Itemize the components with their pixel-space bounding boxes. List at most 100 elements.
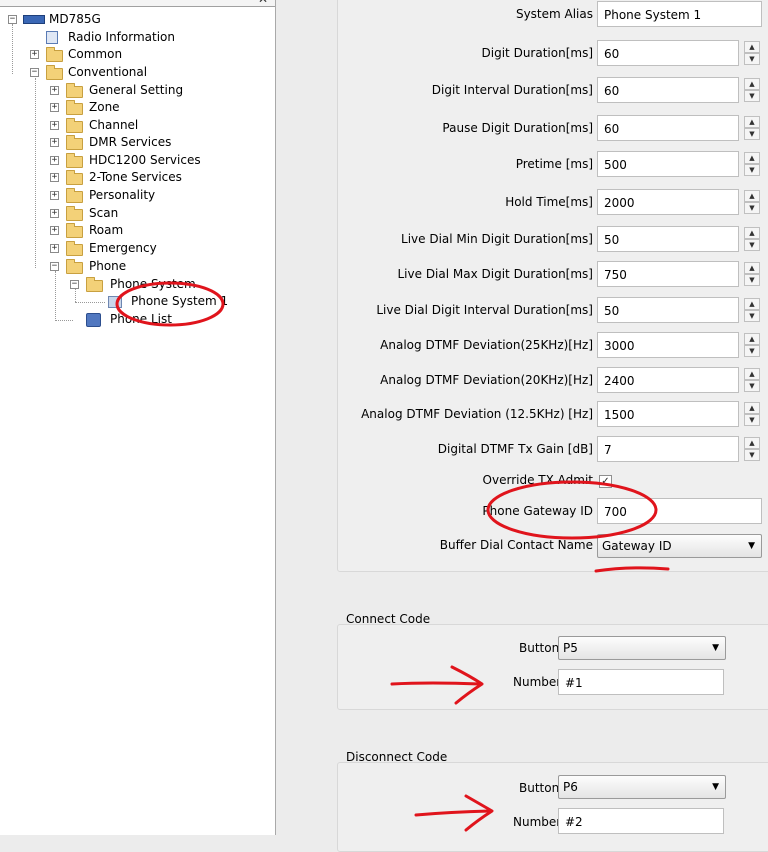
spin-up-icon[interactable]: ▲ xyxy=(744,227,760,239)
spin-up-icon[interactable]: ▲ xyxy=(744,368,760,380)
tree-item-personality[interactable]: + Personality xyxy=(50,187,250,204)
dtmf-125-input[interactable]: 1500 xyxy=(597,401,739,427)
expand-icon[interactable]: + xyxy=(50,209,59,218)
tree-item-phone-system-1[interactable]: Phone System 1 xyxy=(108,293,248,310)
disconnect-button-select[interactable]: P6 ▼ xyxy=(558,775,726,799)
disconnect-number-input[interactable]: #2 xyxy=(558,808,724,834)
collapse-icon[interactable]: − xyxy=(8,15,17,24)
tree-item-phone[interactable]: − Phone xyxy=(50,258,250,275)
folder-icon xyxy=(66,135,83,150)
digit-duration-input[interactable]: 60 xyxy=(597,40,739,66)
digit-interval-spinner[interactable]: ▲ ▼ xyxy=(744,78,760,102)
spin-down-icon[interactable]: ▼ xyxy=(744,164,760,176)
system-alias-label: System Alias xyxy=(515,7,593,21)
dtmf-25-spinner[interactable]: ▲ ▼ xyxy=(744,333,760,357)
spin-down-icon[interactable]: ▼ xyxy=(744,202,760,214)
spin-up-icon[interactable]: ▲ xyxy=(744,437,760,449)
live-interval-input[interactable]: 50 xyxy=(597,297,739,323)
live-max-spinner[interactable]: ▲ ▼ xyxy=(744,262,760,286)
connect-button-value: P5 xyxy=(563,641,578,655)
expand-icon[interactable]: + xyxy=(50,191,59,200)
tree-item-hdc1200-services[interactable]: + HDC1200 Services xyxy=(50,152,250,169)
spin-up-icon[interactable]: ▲ xyxy=(744,190,760,202)
gateway-id-input[interactable]: 700 xyxy=(597,498,762,524)
pretime-input[interactable]: 500 xyxy=(597,151,739,177)
digital-gain-input[interactable]: 7 xyxy=(597,436,739,462)
close-icon[interactable]: ✕ xyxy=(258,0,268,6)
dtmf-125-spinner[interactable]: ▲ ▼ xyxy=(744,402,760,426)
chevron-down-icon: ▼ xyxy=(748,541,755,551)
spin-down-icon[interactable]: ▼ xyxy=(744,310,760,322)
tree-item-label: HDC1200 Services xyxy=(89,153,201,167)
live-min-spinner[interactable]: ▲ ▼ xyxy=(744,227,760,251)
spin-down-icon[interactable]: ▼ xyxy=(744,128,760,140)
spin-down-icon[interactable]: ▼ xyxy=(744,380,760,392)
disconnect-button-value: P6 xyxy=(563,780,578,794)
spin-down-icon[interactable]: ▼ xyxy=(744,90,760,102)
tree-item-scan[interactable]: + Scan xyxy=(50,205,250,222)
connect-button-label: Button xyxy=(519,641,560,655)
tree-line xyxy=(75,289,76,302)
tree-item-label: Conventional xyxy=(68,65,148,79)
tree-item-general-setting[interactable]: + General Setting xyxy=(50,82,250,99)
connect-button-select[interactable]: P5 ▼ xyxy=(558,636,726,660)
tree-item-2-tone-services[interactable]: + 2-Tone Services xyxy=(50,169,250,186)
pause-digit-input[interactable]: 60 xyxy=(597,115,739,141)
tree-root[interactable]: − MD785G xyxy=(8,11,208,28)
collapse-icon[interactable]: − xyxy=(30,68,39,77)
spin-up-icon[interactable]: ▲ xyxy=(744,116,760,128)
digital-gain-spinner[interactable]: ▲ ▼ xyxy=(744,437,760,461)
tree-scrollbar[interactable]: ✕ xyxy=(0,0,275,7)
expand-icon[interactable]: + xyxy=(50,103,59,112)
spin-down-icon[interactable]: ▼ xyxy=(744,449,760,461)
expand-icon[interactable]: + xyxy=(50,138,59,147)
spin-up-icon[interactable]: ▲ xyxy=(744,333,760,345)
hold-time-spinner[interactable]: ▲ ▼ xyxy=(744,190,760,214)
spin-up-icon[interactable]: ▲ xyxy=(744,152,760,164)
pause-digit-spinner[interactable]: ▲ ▼ xyxy=(744,116,760,140)
pretime-spinner[interactable]: ▲ ▼ xyxy=(744,152,760,176)
live-interval-spinner[interactable]: ▲ ▼ xyxy=(744,298,760,322)
spin-down-icon[interactable]: ▼ xyxy=(744,53,760,65)
spin-up-icon[interactable]: ▲ xyxy=(744,262,760,274)
tree-item-conventional[interactable]: − Conventional xyxy=(30,64,230,81)
override-tx-checkbox[interactable]: ✓ xyxy=(599,475,612,488)
spin-down-icon[interactable]: ▼ xyxy=(744,239,760,251)
tree-item-phone-list[interactable]: Phone List xyxy=(86,311,226,328)
expand-icon[interactable]: + xyxy=(50,86,59,95)
tree-item-phone-system[interactable]: − Phone System xyxy=(70,276,270,293)
dtmf-20-input[interactable]: 2400 xyxy=(597,367,739,393)
expand-icon[interactable]: + xyxy=(50,244,59,253)
tree-item-zone[interactable]: + Zone xyxy=(50,99,250,116)
expand-icon[interactable]: + xyxy=(50,173,59,182)
buffer-dial-select[interactable]: Gateway ID ▼ xyxy=(597,534,762,558)
dtmf-25-input[interactable]: 3000 xyxy=(597,332,739,358)
expand-icon[interactable]: + xyxy=(50,121,59,130)
digit-duration-spinner[interactable]: ▲ ▼ xyxy=(744,41,760,65)
live-min-input[interactable]: 50 xyxy=(597,226,739,252)
system-alias-input[interactable]: Phone System 1 xyxy=(597,1,762,27)
tree-item-dmr-services[interactable]: + DMR Services xyxy=(50,134,250,151)
dtmf-20-spinner[interactable]: ▲ ▼ xyxy=(744,368,760,392)
hold-time-input[interactable]: 2000 xyxy=(597,189,739,215)
digit-interval-input[interactable]: 60 xyxy=(597,77,739,103)
expand-icon[interactable]: + xyxy=(50,156,59,165)
spin-up-icon[interactable]: ▲ xyxy=(744,41,760,53)
spin-up-icon[interactable]: ▲ xyxy=(744,402,760,414)
tree-item-radio-information[interactable]: Radio Information xyxy=(30,29,230,46)
spin-down-icon[interactable]: ▼ xyxy=(744,414,760,426)
tree-item-channel[interactable]: + Channel xyxy=(50,117,250,134)
spin-up-icon[interactable]: ▲ xyxy=(744,78,760,90)
expand-icon[interactable]: + xyxy=(50,226,59,235)
spin-down-icon[interactable]: ▼ xyxy=(744,274,760,286)
spin-down-icon[interactable]: ▼ xyxy=(744,345,760,357)
collapse-icon[interactable]: − xyxy=(50,262,59,271)
live-max-input[interactable]: 750 xyxy=(597,261,739,287)
expand-icon[interactable]: + xyxy=(30,50,39,59)
tree-item-common[interactable]: + Common xyxy=(30,46,230,63)
tree-item-roam[interactable]: + Roam xyxy=(50,222,250,239)
tree-item-emergency[interactable]: + Emergency xyxy=(50,240,250,257)
connect-number-input[interactable]: #1 xyxy=(558,669,724,695)
collapse-icon[interactable]: − xyxy=(70,280,79,289)
spin-up-icon[interactable]: ▲ xyxy=(744,298,760,310)
